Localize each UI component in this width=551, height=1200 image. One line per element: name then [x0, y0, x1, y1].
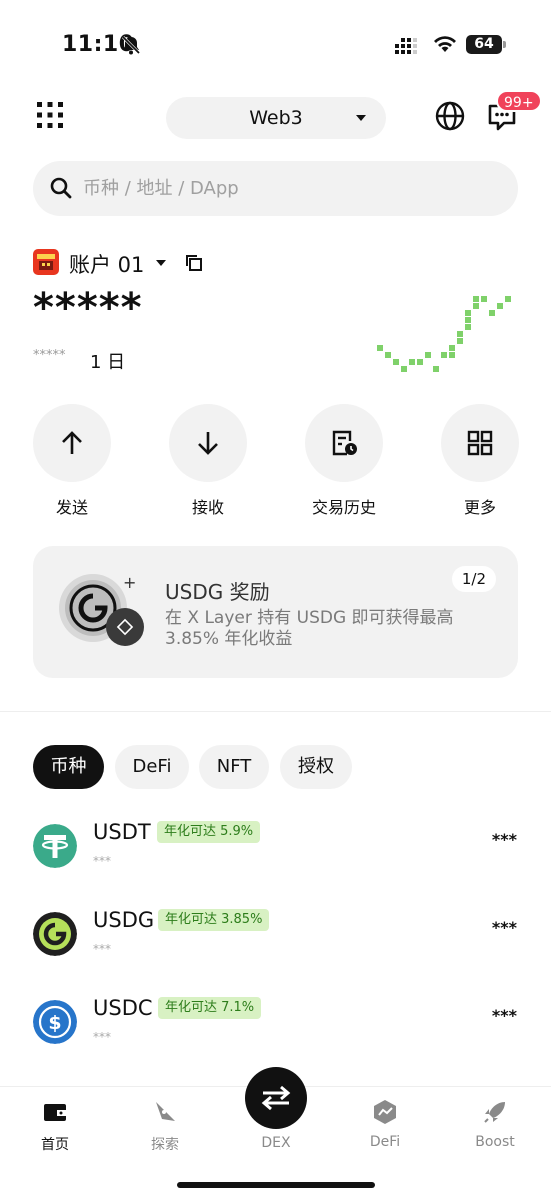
token-amount: ***: [491, 830, 517, 849]
nav-boost[interactable]: Boost: [450, 1099, 540, 1150]
nav-dex-label: DEX: [261, 1135, 291, 1151]
balance-sparkline: [377, 296, 511, 372]
bell-slash-icon: [121, 35, 141, 55]
more-action[interactable]: 更多: [441, 404, 519, 517]
defi-icon: [374, 1100, 396, 1124]
signal-icon: [395, 38, 417, 54]
token-symbol: USDG: [93, 908, 155, 932]
history-action[interactable]: 交易历史: [305, 404, 383, 517]
swap-icon: [261, 1085, 291, 1111]
promo-pager: 1/2: [451, 566, 496, 592]
tab-tokens[interactable]: 币种: [33, 745, 104, 789]
dex-swap-button[interactable]: [245, 1067, 307, 1129]
promo-title: USDG 奖励: [165, 580, 270, 604]
rocket-icon: [484, 1102, 505, 1123]
arrow-up-icon: [62, 431, 82, 454]
arrow-down-icon: [198, 432, 218, 455]
token-symbol: USDT: [93, 820, 151, 844]
send-button[interactable]: [33, 404, 111, 482]
apps-grid-icon[interactable]: [36, 101, 64, 129]
receive-label: 接收: [191, 498, 224, 517]
nav-defi-label: DeFi: [369, 1134, 401, 1150]
receive-button[interactable]: [169, 404, 247, 482]
history-label: 交易历史: [311, 498, 376, 517]
globe-icon[interactable]: [434, 100, 466, 132]
copy-icon[interactable]: [184, 253, 204, 273]
account-avatar[interactable]: [33, 249, 59, 275]
apy-badge: 年化可达 5.9%: [157, 821, 261, 843]
svg-text:+: +: [123, 573, 136, 592]
token-row-usdc[interactable]: $ USDC 年化可达 7.1% *** ***: [0, 996, 551, 1076]
token-row-usdt[interactable]: USDT 年化可达 5.9% *** ***: [0, 820, 551, 900]
apy-badge: 年化可达 3.85%: [158, 909, 270, 931]
nav-defi[interactable]: DeFi: [340, 1099, 430, 1150]
home-indicator: [177, 1182, 375, 1188]
account-name[interactable]: 账户 01: [69, 249, 144, 279]
promo-description: 在 X Layer 持有 USDG 即可获得最高 3.85% 年化收益: [165, 608, 454, 649]
pnl-value: *****: [33, 348, 66, 363]
token-amount: ***: [491, 1006, 517, 1025]
tab-defi[interactable]: DeFi: [115, 745, 189, 789]
search-icon: [50, 177, 72, 199]
caret-down-icon: [356, 115, 366, 121]
token-symbol: USDC: [93, 996, 153, 1020]
token-subvalue: ***: [93, 942, 111, 956]
token-amount: ***: [491, 918, 517, 937]
history-icon: [332, 430, 357, 456]
send-action[interactable]: 发送: [33, 404, 111, 517]
receive-action[interactable]: 接收: [169, 404, 247, 517]
apy-badge: 年化可达 7.1%: [158, 997, 262, 1019]
promo-card[interactable]: + USDG 奖励 在 X Layer 持有 USDG 即可获得最高 3.85%…: [33, 546, 518, 678]
usdc-logo-icon: $: [33, 1000, 77, 1044]
notification-badge: 99+: [496, 90, 542, 112]
nav-home[interactable]: 首页: [10, 1099, 100, 1154]
wallet-icon: [44, 1104, 66, 1121]
network-selector[interactable]: Web3: [166, 97, 386, 139]
compass-icon: [156, 1102, 175, 1121]
token-row-usdg[interactable]: USDG 年化可达 3.85% *** ***: [0, 908, 551, 988]
tab-approvals[interactable]: 授权: [280, 745, 352, 789]
section-divider: [0, 711, 551, 712]
send-label: 发送: [55, 498, 88, 517]
nav-explore[interactable]: 探索: [120, 1099, 210, 1154]
usdt-logo-icon: [33, 824, 77, 868]
search-input[interactable]: [83, 173, 483, 203]
svg-text:$: $: [48, 1012, 61, 1034]
period-label[interactable]: 1 日: [90, 348, 125, 374]
nav-home-label: 首页: [41, 1137, 69, 1153]
search-bar[interactable]: [33, 161, 518, 216]
token-subvalue: ***: [93, 1030, 111, 1044]
network-label: Web3: [249, 107, 303, 129]
battery-indicator: 64: [466, 35, 506, 54]
tab-nft[interactable]: NFT: [199, 745, 269, 789]
grid-icon: [467, 430, 493, 456]
usdg-logo-icon: [33, 912, 77, 956]
token-subvalue: ***: [93, 854, 111, 868]
status-bar: 11:10 64: [0, 0, 551, 80]
more-button[interactable]: [441, 404, 519, 482]
history-button[interactable]: [305, 404, 383, 482]
balance-value: *****: [33, 285, 143, 331]
usdg-reward-graphic: +: [59, 573, 144, 646]
more-label: 更多: [463, 498, 496, 517]
wifi-icon: [434, 36, 456, 52]
nav-explore-label: 探索: [151, 1137, 179, 1153]
account-caret-icon[interactable]: [156, 260, 166, 266]
nav-boost-label: Boost: [475, 1134, 515, 1150]
